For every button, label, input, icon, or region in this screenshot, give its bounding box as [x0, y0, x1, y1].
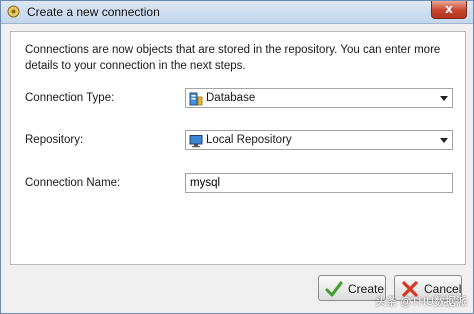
repository-value: Local Repository: [206, 134, 292, 146]
connection-name-field[interactable]: [185, 173, 453, 193]
database-icon: [189, 92, 203, 106]
connection-name-input[interactable]: [186, 174, 448, 191]
content-panel: Connections are now objects that are sto…: [10, 31, 466, 265]
monitor-icon: [189, 135, 203, 148]
watermark-text: 头条 @THU数据派: [375, 296, 467, 308]
checkmark-icon: [325, 281, 343, 297]
title-bar[interactable]: Create a new connection x: [1, 1, 473, 24]
repository-label: Repository:: [25, 134, 84, 146]
description-text: Connections are now objects that are sto…: [25, 44, 441, 72]
connection-type-value: Database: [206, 92, 256, 104]
connection-type-select[interactable]: Database: [185, 88, 453, 108]
connection-name-label: Connection Name:: [25, 177, 121, 189]
close-button[interactable]: x: [431, 1, 467, 19]
repository-select[interactable]: Local Repository: [185, 130, 453, 150]
connection-type-label: Connection Type:: [25, 92, 115, 104]
chevron-down-icon[interactable]: [440, 96, 448, 101]
dialog-window: Create a new connection x Connections ar…: [0, 0, 474, 314]
chevron-down-icon[interactable]: [440, 138, 448, 143]
app-icon: [7, 5, 20, 18]
window-title: Create a new connection: [27, 5, 160, 19]
